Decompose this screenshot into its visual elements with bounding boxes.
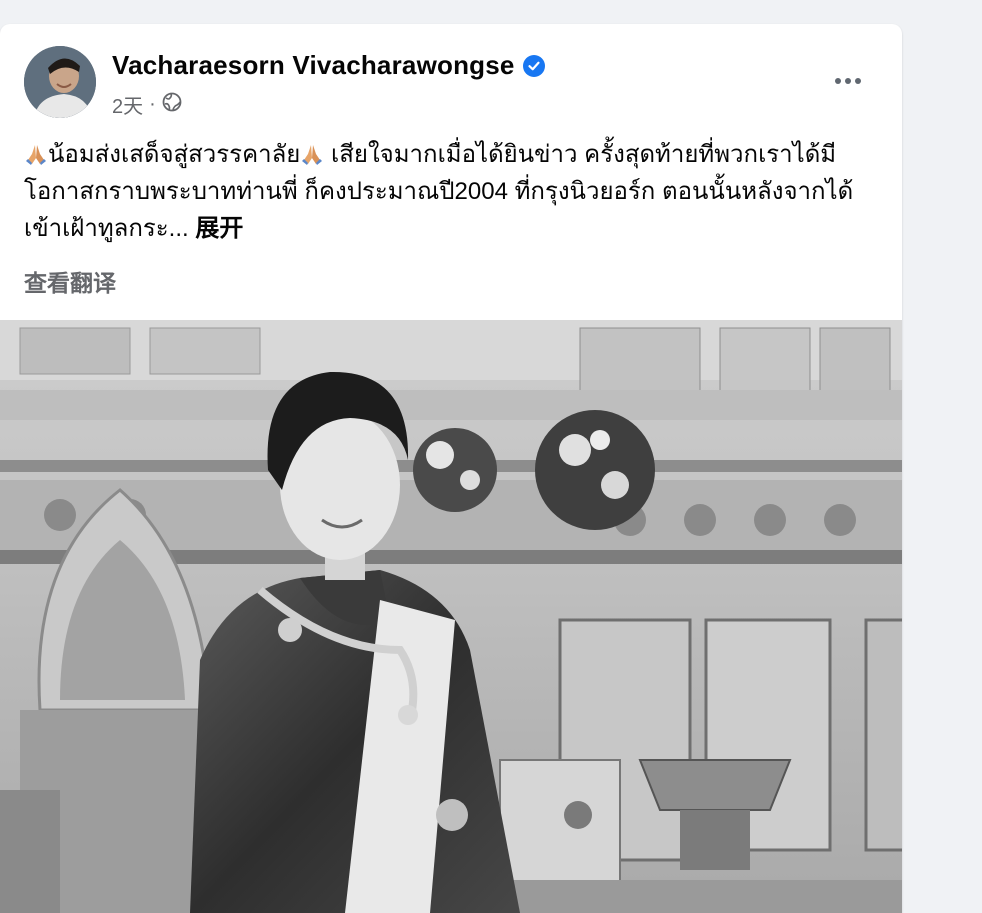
expand-link[interactable]: 展开 (189, 215, 243, 242)
post-photo[interactable] (0, 320, 902, 913)
post-body-part1: น้อมส่งเสด็จสู่สวรรคาลัย (48, 141, 301, 168)
folded-hands-emoji-icon (302, 145, 323, 165)
globe-icon[interactable] (162, 92, 182, 118)
more-dot-icon (835, 78, 841, 84)
post-text: น้อมส่งเสด็จสู่สวรรคาลัย เสียใจมากเมื่อไ… (24, 136, 884, 247)
see-translation-link[interactable]: 查看翻译 (24, 264, 116, 298)
more-dot-icon (845, 78, 851, 84)
post-timestamp[interactable]: 2天 (112, 90, 143, 119)
more-dot-icon (855, 78, 861, 84)
post-meta: 2天 · (112, 90, 182, 119)
meta-separator: · (149, 93, 156, 115)
more-options-button[interactable] (826, 66, 870, 96)
author-name[interactable]: Vacharaesorn Vivacharawongse (112, 50, 515, 81)
post-card: Vacharaesorn Vivacharawongse 2天 · น้อมส่… (0, 24, 902, 913)
author-row: Vacharaesorn Vivacharawongse (112, 50, 545, 81)
author-avatar[interactable] (24, 46, 96, 118)
folded-hands-emoji-icon (26, 145, 46, 165)
verified-badge-icon (522, 54, 545, 77)
